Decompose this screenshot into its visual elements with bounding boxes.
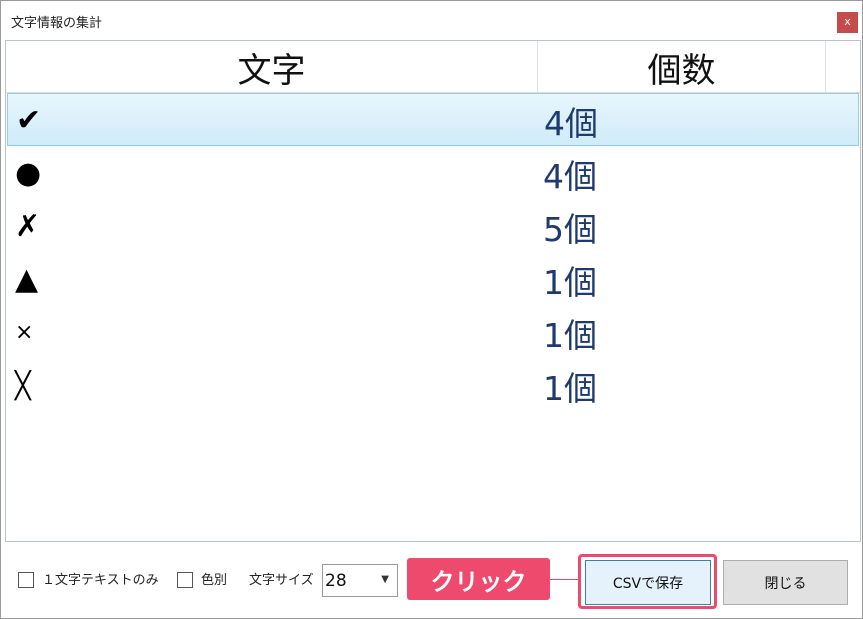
count-cell: 4個 [544, 103, 598, 143]
count-cell: 4個 [543, 156, 597, 196]
table-row[interactable]: ▲ 1個 [7, 253, 859, 306]
count-cell: 1個 [543, 262, 597, 302]
character-cell: ● [15, 156, 42, 191]
one-char-text-only-label: １文字テキストのみ [42, 573, 159, 588]
count-cell: 1個 [543, 368, 597, 408]
font-size-label: 文字サイズ [249, 573, 314, 588]
count-cell: 5個 [543, 209, 597, 249]
table-row[interactable]: ✗ 5個 [7, 200, 859, 253]
character-cell: ▲ [15, 262, 39, 297]
count-cell: 1個 [543, 315, 597, 355]
window-title: 文字情報の集計 [11, 16, 103, 31]
callout-connector [550, 579, 580, 580]
font-size-value: 28 [325, 571, 347, 591]
character-count-table: 文字 個数 ✔ 4個 ● 4個 ✗ 5個 ▲ 1個 × 1個 ╳ 1個 [5, 40, 861, 542]
font-size-select[interactable]: 28 ▼ [322, 564, 398, 597]
table-row[interactable]: ✔ 4個 [7, 93, 859, 146]
character-cell: × [15, 320, 34, 345]
aggregation-dialog: 文字情報の集計 x 文字 個数 ✔ 4個 ● 4個 ✗ 5個 ▲ 1個 × 1個… [0, 0, 863, 619]
column-header-character[interactable]: 文字 [6, 41, 538, 93]
by-color-checkbox[interactable] [177, 572, 193, 588]
title-bar: 文字情報の集計 x [1, 1, 862, 37]
close-icon[interactable]: x [837, 12, 858, 33]
character-cell: ✗ [15, 209, 41, 244]
save-csv-button[interactable]: CSVで保存 [585, 560, 711, 605]
column-header-count[interactable]: 個数 [538, 41, 826, 93]
character-cell: ╳ [15, 370, 31, 401]
one-char-text-only-checkbox[interactable] [18, 572, 34, 588]
table-row[interactable]: ╳ 1個 [7, 359, 859, 412]
options-bar: １文字テキストのみ 色別 文字サイズ 28 ▼ クリック CSVで保存 閉じる [1, 546, 862, 618]
table-row[interactable]: × 1個 [7, 306, 859, 359]
table-row[interactable]: ● 4個 [7, 147, 859, 200]
close-button[interactable]: 閉じる [723, 560, 848, 605]
chevron-down-icon: ▼ [381, 574, 389, 585]
by-color-label: 色別 [201, 573, 228, 588]
click-callout: クリック [407, 558, 550, 600]
character-cell: ✔ [16, 103, 42, 138]
table-header: 文字 個数 [6, 41, 860, 93]
